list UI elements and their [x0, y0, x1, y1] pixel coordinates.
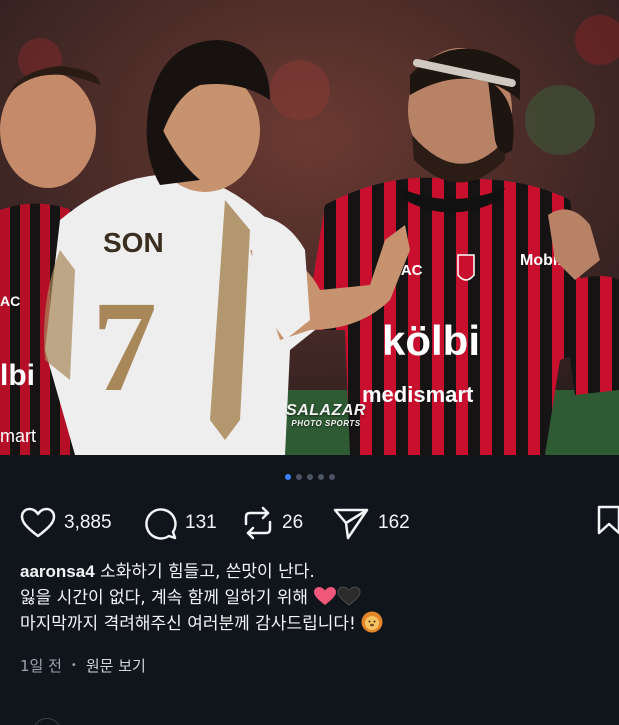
carousel-dot-3[interactable]	[306, 474, 313, 480]
carousel-dot-5[interactable]	[328, 474, 335, 480]
post-meta: 1일 전 • 원문 보기	[20, 655, 146, 676]
username[interactable]: aaronsa4	[20, 562, 95, 581]
photo-watermark: SALAZAR PHOTO SPORTS	[271, 403, 381, 429]
like-count: 3,885	[64, 512, 112, 533]
post-caption: aaronsa4 소화하기 힘들고, 쓴맛이 난다. 잃을 시간이 없다, 계속…	[20, 559, 610, 637]
black-heart-emoji	[337, 586, 361, 606]
caption-line-2: 잃을 시간이 없다, 계속 함께 일하기 위해	[20, 585, 610, 611]
like-button[interactable]: 3,885	[20, 504, 112, 542]
caption-line-1: aaronsa4 소화하기 힘들고, 쓴맛이 난다.	[20, 559, 610, 585]
left-ac-fragment: AC	[0, 293, 20, 309]
repost-button[interactable]: 26	[242, 504, 303, 542]
comment-icon	[145, 508, 177, 540]
bookmark-button[interactable]	[596, 504, 619, 540]
lion-emoji	[361, 611, 383, 633]
left-sponsor-fragment: mart	[0, 426, 36, 446]
left-kolbi-fragment: lbi	[0, 359, 35, 392]
meta-separator: •	[70, 660, 77, 671]
carousel-indicator	[0, 474, 619, 480]
carousel-dot-2[interactable]	[295, 474, 302, 480]
watermark-sub: PHOTO SPORTS	[291, 419, 361, 428]
repost-icon	[244, 506, 272, 540]
caption-text-2: 잃을 시간이 없다, 계속 함께 일하기 위해	[20, 588, 309, 608]
comment-count: 131	[185, 512, 217, 533]
sponsor-kolbi: kölbi	[382, 317, 480, 364]
share-button[interactable]: 162	[332, 504, 410, 542]
pink-heart-emoji	[314, 587, 337, 605]
carousel-dot-4[interactable]	[317, 474, 324, 480]
caption-text-3: 마지막까지 격려해주신 여러분께 감사드립니다!	[20, 614, 356, 634]
see-original-link[interactable]: 원문 보기	[86, 655, 146, 676]
repost-count: 26	[282, 512, 304, 533]
jersey-name: SON	[103, 227, 164, 258]
share-icon	[333, 508, 369, 540]
post-time: 1일 전	[20, 657, 62, 675]
bookmark-icon	[597, 505, 619, 535]
comment-button[interactable]: 131	[143, 504, 217, 542]
carousel-dot-1[interactable]	[284, 474, 291, 480]
heart-icon	[20, 507, 56, 538]
share-count: 162	[378, 512, 410, 533]
watermark-main: SALAZAR	[286, 402, 366, 419]
photo-illustration: lbi mart AC BAC Mobil kölbi medismart SO…	[0, 0, 619, 455]
caption-text-1: 소화하기 힘들고, 쓴맛이 난다.	[100, 562, 315, 582]
action-bar: 3,885 131 26 162	[0, 504, 619, 542]
jersey-number: 7	[92, 275, 157, 419]
post-image[interactable]: lbi mart AC BAC Mobil kölbi medismart SO…	[0, 0, 619, 455]
next-post-avatar[interactable]	[32, 718, 62, 725]
caption-line-3: 마지막까지 격려해주신 여러분께 감사드립니다!	[20, 611, 610, 637]
